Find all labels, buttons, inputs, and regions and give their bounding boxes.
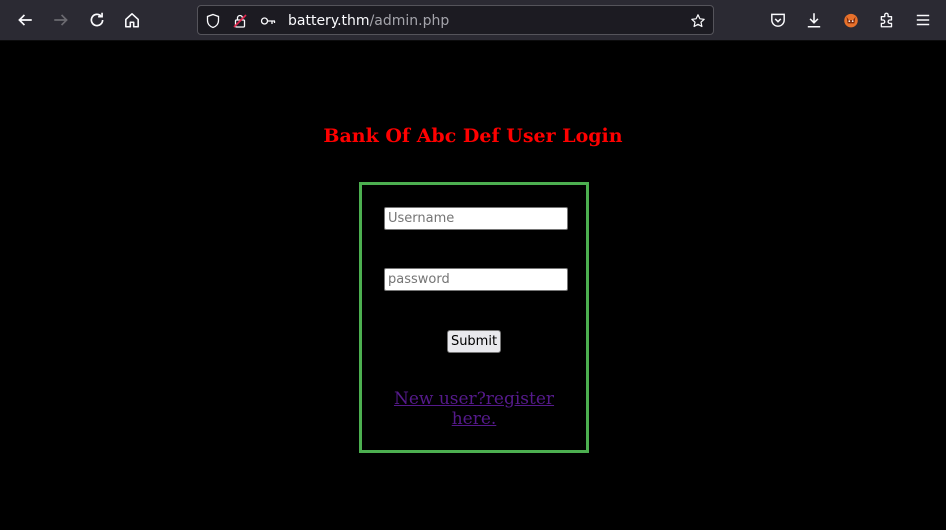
pocket-button[interactable] <box>764 6 792 34</box>
page-title: Bank Of Abc Def User Login <box>323 125 623 147</box>
password-input[interactable] <box>384 268 568 291</box>
url-path: /admin.php <box>369 13 450 29</box>
back-arrow-icon <box>18 14 32 26</box>
url-text[interactable]: battery.thm/admin.php <box>288 12 449 30</box>
shield-icon[interactable] <box>204 12 222 30</box>
username-input[interactable] <box>384 207 568 230</box>
puzzle-piece-icon <box>880 12 893 28</box>
home-button[interactable] <box>118 6 146 34</box>
submit-button[interactable]: Submit <box>447 330 501 353</box>
forward-arrow-icon <box>54 14 68 26</box>
back-button[interactable] <box>11 6 39 34</box>
address-bar[interactable]: battery.thm/admin.php <box>197 5 714 35</box>
pocket-icon <box>771 13 785 27</box>
reload-button[interactable] <box>83 6 111 34</box>
browser-toolbar: battery.thm/admin.php <box>0 0 946 41</box>
key-icon[interactable] <box>259 12 277 30</box>
url-host: battery.thm <box>288 13 370 29</box>
extension-button[interactable] <box>837 6 865 34</box>
foxyproxy-extension-icon <box>844 13 858 28</box>
downloads-button[interactable] <box>800 6 828 34</box>
forward-button[interactable] <box>47 6 75 34</box>
reload-icon <box>90 12 104 27</box>
bookmark-star-icon[interactable] <box>689 12 707 30</box>
insecure-lock-icon[interactable] <box>231 12 249 30</box>
hamburger-menu-icon <box>916 14 930 26</box>
extensions-button[interactable] <box>873 6 901 34</box>
page-content: Bank Of Abc Def User Login Submit New us… <box>0 41 946 530</box>
register-link[interactable]: New user?register here. <box>384 389 564 429</box>
download-icon <box>807 13 821 28</box>
home-icon <box>125 13 139 28</box>
menu-button[interactable] <box>909 6 937 34</box>
